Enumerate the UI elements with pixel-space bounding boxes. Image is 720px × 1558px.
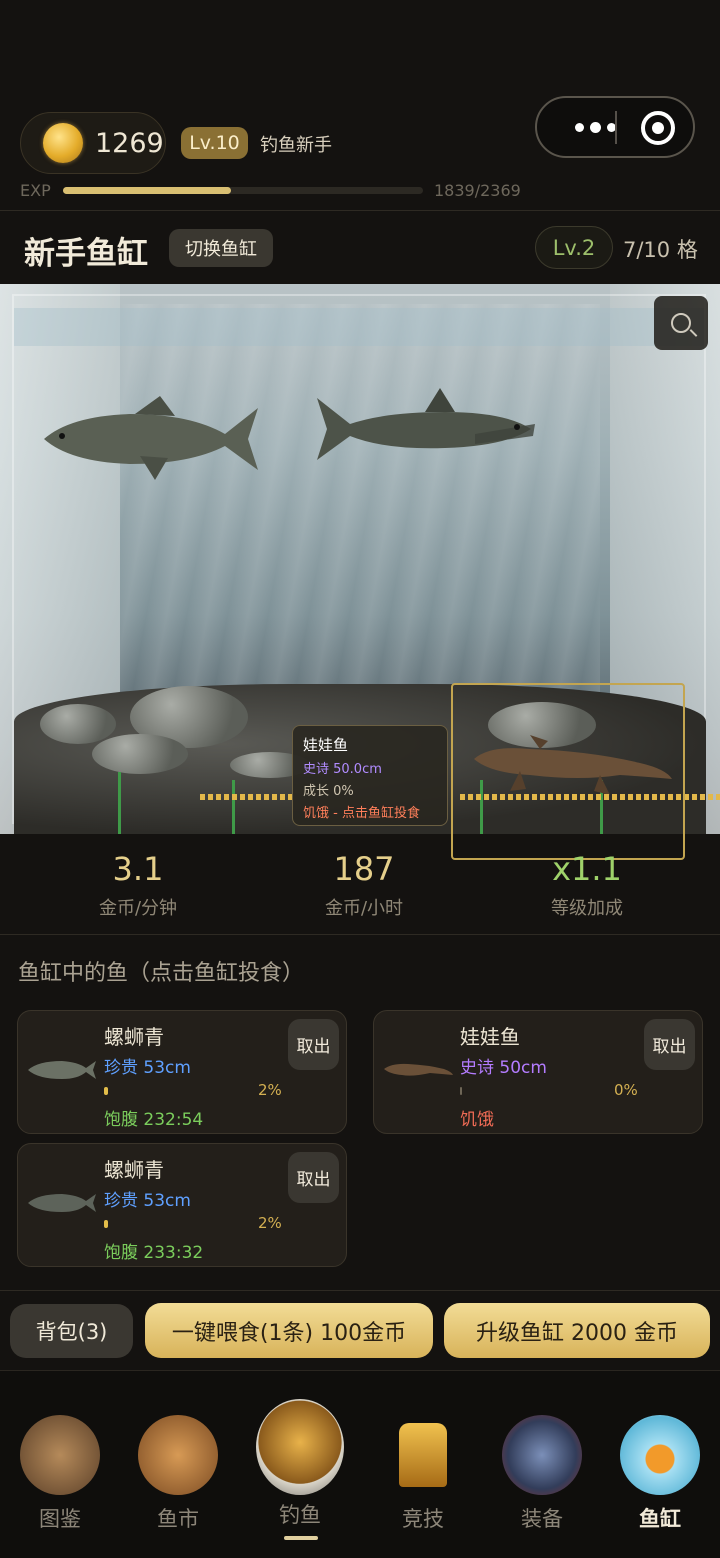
- stats-divider: [0, 934, 720, 935]
- growth-progress: [104, 1220, 108, 1228]
- section-title: 鱼缸中的鱼（点击鱼缸投食）: [18, 961, 305, 986]
- nav-item-market[interactable]: 鱼市: [118, 1371, 238, 1558]
- nav-label: 装备: [521, 1507, 563, 1531]
- nav-item-fish-tank[interactable]: 鱼缸: [600, 1371, 720, 1558]
- fish-name: 螺蛳青: [104, 1158, 164, 1182]
- magnifier-icon: [671, 313, 691, 333]
- food-pellets-left: [200, 794, 295, 800]
- stat-level-bonus: x1.1 等级加成: [467, 850, 707, 920]
- backpack-button[interactable]: 背包(3): [10, 1304, 133, 1358]
- tooltip-rarity: 史诗 50.0cm: [303, 762, 382, 777]
- take-out-button[interactable]: 取出: [288, 1019, 339, 1070]
- fish-name: 螺蛳青: [104, 1025, 164, 1049]
- bottom-nav: 图鉴 鱼市 钓鱼 竞技 装备 鱼缸: [0, 1370, 720, 1558]
- exp-label: EXP: [20, 181, 51, 200]
- tooltip-growth: 成长 0%: [303, 784, 354, 799]
- nav-label: 图鉴: [39, 1507, 81, 1531]
- growth-percent: 0%: [614, 1081, 638, 1099]
- nav-item-arena[interactable]: 竞技: [363, 1371, 483, 1558]
- tank-name: 新手鱼缸: [24, 236, 148, 272]
- growth-percent: 2%: [258, 1081, 282, 1099]
- fish-card[interactable]: 螺蛳青 珍贵 53cm 2% 饱腹 233:32 取出: [17, 1143, 347, 1267]
- salamander-icon: [384, 1063, 453, 1076]
- coin-balance: 1269: [20, 112, 166, 174]
- hunger-status: 饥饿: [460, 1110, 494, 1130]
- stat-value: 3.1: [112, 850, 164, 888]
- reel-icon: [502, 1415, 582, 1495]
- coin-value: 1269: [95, 127, 164, 159]
- selected-fish-highlight: [451, 683, 685, 860]
- nav-label: 钓鱼: [279, 1503, 321, 1527]
- fish-card[interactable]: 螺蛳青 珍贵 53cm 2% 饱腹 232:54 取出: [17, 1010, 347, 1134]
- zoom-button[interactable]: [654, 296, 708, 350]
- coin-icon: [43, 123, 83, 163]
- tooltip-fish-name: 娃娃鱼: [303, 736, 349, 754]
- nav-item-encyclopedia[interactable]: 图鉴: [0, 1371, 120, 1558]
- nav-label: 竞技: [402, 1507, 444, 1531]
- carp-icon: [28, 1061, 96, 1079]
- stat-label: 金币/小时: [324, 898, 404, 919]
- satiety-status: 饱腹 233:32: [104, 1243, 204, 1263]
- stat-label: 金币/分钟: [98, 898, 178, 919]
- active-tab-indicator: [284, 1536, 318, 1540]
- exp-value: 1839/2369: [434, 181, 521, 200]
- carp-icon: [28, 1194, 96, 1212]
- nav-label: 鱼缸: [639, 1507, 681, 1531]
- take-out-button[interactable]: 取出: [644, 1019, 695, 1070]
- player-level-badge: Lv.10: [181, 127, 248, 159]
- fish-name: 娃娃鱼: [460, 1025, 520, 1049]
- feed-all-button[interactable]: 一键喂食(1条) 100金币: [145, 1303, 433, 1358]
- take-out-button[interactable]: 取出: [288, 1152, 339, 1203]
- nav-item-equipment[interactable]: 装备: [482, 1371, 602, 1558]
- tank-level-badge: Lv.2: [535, 226, 613, 269]
- growth-percent: 2%: [258, 1214, 282, 1232]
- actions-divider: [0, 1290, 720, 1291]
- fish-carp-1[interactable]: [40, 394, 262, 484]
- fish-info-tooltip: 娃娃鱼 史诗 50.0cm 成长 0% 饥饿 - 点击鱼缸投食: [292, 725, 448, 826]
- stat-coins-per-minute: 3.1 金币/分钟: [18, 850, 258, 920]
- header-divider: [0, 210, 720, 211]
- tank-capacity: 7/10 格: [623, 238, 698, 262]
- stat-label: 等级加成: [551, 898, 623, 919]
- upgrade-tank-button[interactable]: 升级鱼缸 2000 金币: [444, 1303, 710, 1358]
- tooltip-hunger: 饥饿 - 点击鱼缸投食: [303, 806, 420, 821]
- stat-value: 187: [333, 850, 395, 888]
- fish-rarity: 珍贵 53cm: [104, 1058, 191, 1078]
- switch-tank-button[interactable]: 切换鱼缸: [169, 229, 273, 267]
- growth-progress: [104, 1087, 108, 1095]
- fish-card[interactable]: 娃娃鱼 史诗 50cm 0% 饥饿 取出: [373, 1010, 703, 1134]
- fishbowl-icon: [620, 1415, 700, 1495]
- market-icon: [138, 1415, 218, 1495]
- nav-item-fishing[interactable]: 钓鱼: [240, 1371, 360, 1558]
- player-title: 钓鱼新手: [260, 135, 332, 156]
- growth-progress: [460, 1087, 462, 1095]
- stat-value: x1.1: [552, 850, 622, 888]
- fishing-icon: [256, 1399, 344, 1495]
- close-miniprogram-icon[interactable]: [641, 111, 675, 145]
- fish-rarity: 史诗 50cm: [460, 1058, 547, 1078]
- fish-carp-2[interactable]: [305, 384, 535, 474]
- more-menu-icon[interactable]: [557, 98, 633, 156]
- stat-coins-per-hour: 187 金币/小时: [244, 850, 484, 920]
- exp-bar-fill: [63, 187, 231, 194]
- fish-rarity: 珍贵 53cm: [104, 1191, 191, 1211]
- book-icon: [20, 1415, 100, 1495]
- capsule-separator: [615, 111, 617, 144]
- miniprogram-capsule: [535, 96, 695, 158]
- nav-label: 鱼市: [157, 1507, 199, 1531]
- satiety-status: 饱腹 232:54: [104, 1110, 204, 1130]
- trophy-icon: [399, 1423, 447, 1487]
